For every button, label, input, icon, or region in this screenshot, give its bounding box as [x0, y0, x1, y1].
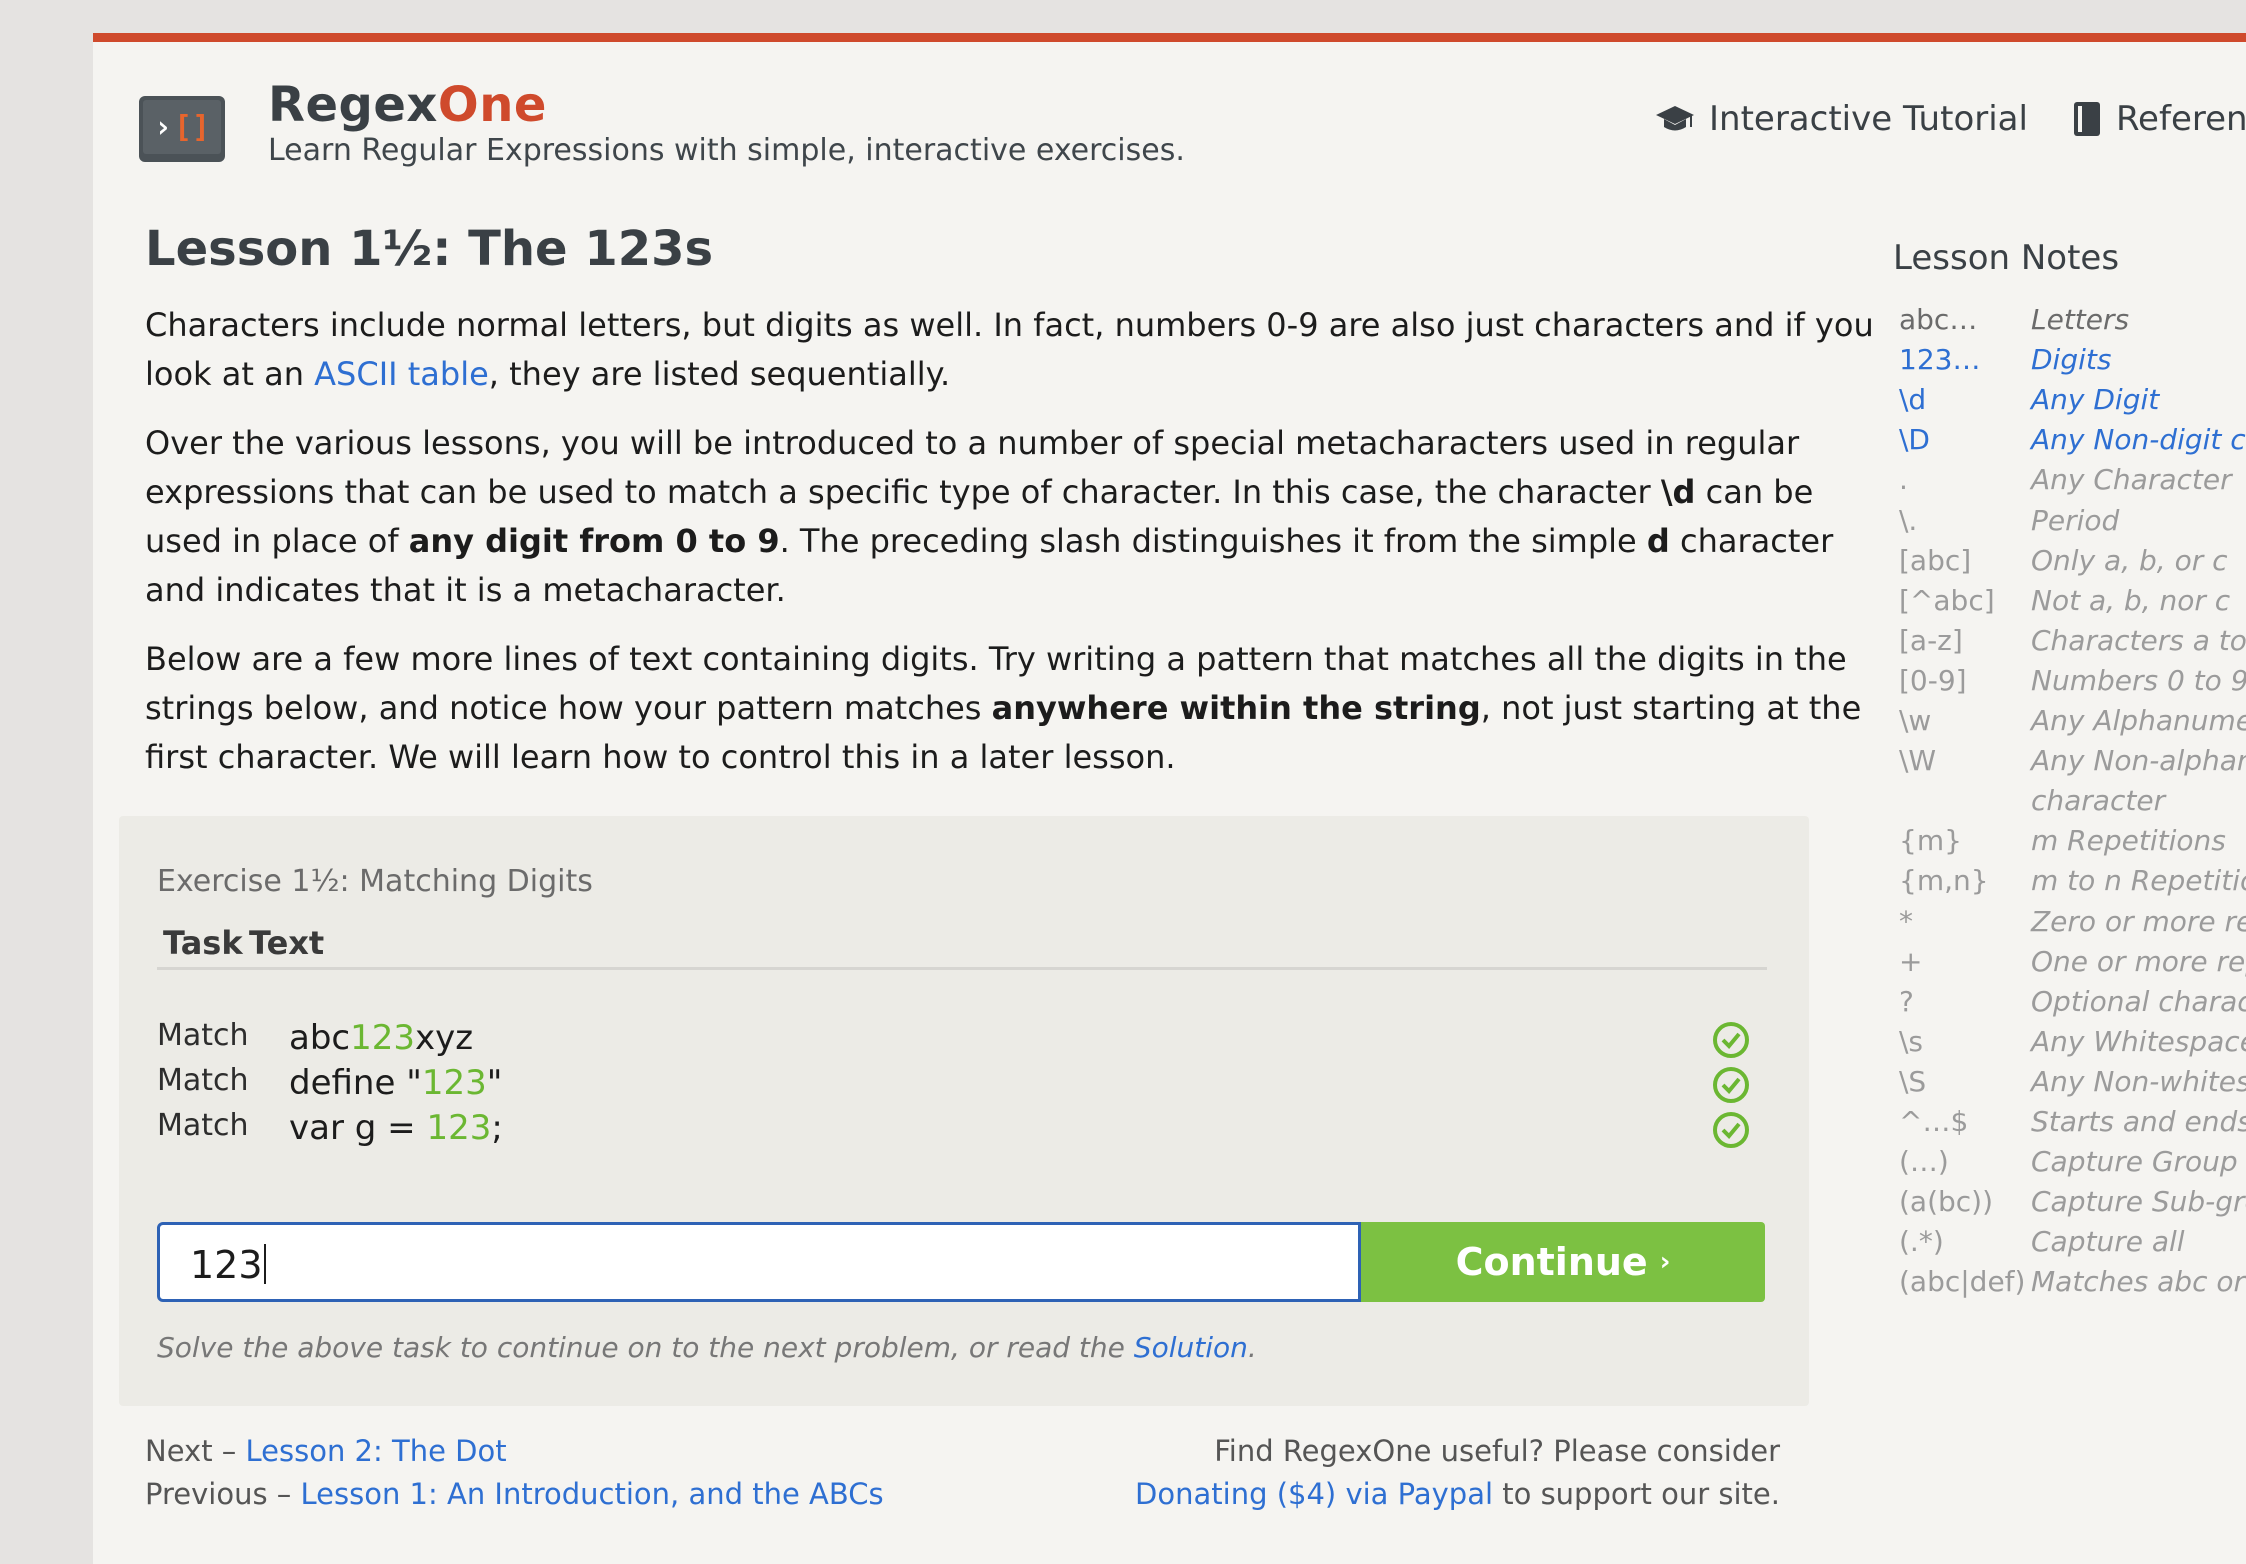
- note-pattern: (.*): [1899, 1225, 1944, 1259]
- note-description: Capture Group: [2031, 1145, 2238, 1179]
- note-pattern: {m,n}: [1899, 864, 1989, 898]
- lesson-content: Characters include normal letters, but d…: [145, 301, 1875, 802]
- exercise-title: Exercise 1½: Matching Digits: [157, 864, 593, 899]
- task-label: Match: [157, 1108, 249, 1143]
- lesson-paragraph: Characters include normal letters, but d…: [145, 306, 1874, 393]
- donate-line: Donating ($4) via Paypal to support our …: [1135, 1477, 1780, 1511]
- text-cursor: [263, 1244, 266, 1284]
- matched-text: 123: [421, 1063, 487, 1103]
- site-title[interactable]: RegexOne: [268, 77, 547, 133]
- note-pattern: [0-9]: [1899, 663, 1967, 697]
- nav-reference[interactable]: Referenc: [2072, 99, 2246, 139]
- note-description: Letters: [2031, 303, 2130, 336]
- note-pattern: +: [1899, 944, 1923, 978]
- nav-label: Interactive Tutorial: [1709, 99, 2028, 139]
- note-pattern: \D: [1899, 423, 1930, 457]
- note-pattern: \S: [1899, 1064, 1927, 1098]
- note-pattern: ^…$: [1899, 1105, 1969, 1138]
- lesson-title: Lesson 1½: The 123s: [145, 221, 714, 277]
- note-description: m to n Repetition: [2031, 864, 2246, 898]
- solution-link[interactable]: Solution: [1134, 1331, 1248, 1364]
- note-description: Any Alphanumeri: [2031, 704, 2246, 737]
- note-description: Starts and ends: [2031, 1105, 2246, 1138]
- exercise-hint: Solve the above task to continue on to t…: [157, 1331, 1257, 1364]
- task-text: define "123": [289, 1063, 503, 1103]
- lesson-paragraph: Below are a few more lines of text conta…: [145, 640, 1862, 776]
- note-pattern: [a-z]: [1899, 623, 1963, 657]
- note-description: Optional characte: [2031, 984, 2246, 1018]
- note-description: Only a, b, or c: [2031, 543, 2228, 577]
- note-description: Period: [2031, 503, 2120, 537]
- note-description: character: [2031, 784, 2166, 818]
- note-pattern: {m}: [1899, 824, 1962, 858]
- column-text-header: Text: [249, 924, 325, 962]
- exercise-panel: Exercise 1½: Matching Digits Task Text M…: [119, 816, 1809, 1406]
- note-description: Any Character: [2031, 463, 2232, 497]
- task-label: Match: [157, 1063, 249, 1098]
- note-pattern: 123…: [1899, 343, 1981, 377]
- task-text: var g = 123;: [289, 1108, 503, 1148]
- column-task-header: Task: [163, 924, 243, 962]
- note-pattern: (a(bc)): [1899, 1185, 1994, 1219]
- note-pattern: \s: [1899, 1024, 1924, 1058]
- nav-interactive-tutorial[interactable]: Interactive Tutorial: [1655, 99, 2028, 139]
- note-pattern: \W: [1899, 744, 1937, 778]
- ascii-table-link[interactable]: ASCII table: [314, 355, 489, 393]
- note-description: Not a, b, nor c: [2031, 583, 2231, 617]
- top-navigation: Interactive Tutorial Referenc: [1655, 99, 2246, 139]
- site-tagline: Learn Regular Expressions with simple, i…: [268, 133, 1185, 168]
- note-pattern: [^abc]: [1899, 583, 1995, 617]
- note-description: Any Non-digit cha: [2031, 423, 2246, 457]
- note-description: Any Non-alphanu: [2031, 744, 2246, 778]
- note-pattern: \w: [1899, 704, 1932, 737]
- matched-text: 123: [350, 1018, 416, 1058]
- page: ›[] RegexOne Learn Regular Expressions w…: [93, 33, 2246, 1564]
- note-pattern: ?: [1899, 984, 1914, 1018]
- note-description: Characters a to z: [2031, 623, 2246, 657]
- note-description: Any Digit: [2031, 383, 2160, 417]
- note-description: Any Whitespace: [2031, 1024, 2246, 1058]
- check-icon: [1713, 1022, 1749, 1058]
- note-description: One or more repe: [2031, 944, 2246, 978]
- nav-label: Referenc: [2115, 99, 2246, 139]
- note-description: Matches abc or d: [2031, 1265, 2246, 1299]
- note-pattern: (…): [1899, 1145, 1949, 1179]
- lesson-paragraph: Over the various lessons, you will be in…: [145, 424, 1834, 609]
- note-pattern: \.: [1899, 503, 1918, 537]
- check-icon: [1713, 1112, 1749, 1148]
- matched-text: 123: [426, 1108, 492, 1148]
- note-pattern: [abc]: [1899, 543, 1972, 577]
- donate-link[interactable]: Donating ($4) via Paypal: [1135, 1477, 1493, 1511]
- lesson-notes-title: Lesson Notes: [1893, 238, 2120, 278]
- note-description: Numbers 0 to 9: [2031, 663, 2246, 697]
- note-pattern: \d: [1899, 383, 1927, 417]
- regex-input[interactable]: 123: [157, 1222, 1361, 1302]
- note-description: Capture all: [2031, 1225, 2185, 1259]
- regexone-logo-icon[interactable]: ›[]: [139, 96, 225, 162]
- exercise-row: Match var g = 123;: [157, 1108, 1767, 1168]
- exercise-table-header: Task Text: [157, 924, 1767, 970]
- note-description: Capture Sub-grou: [2031, 1185, 2246, 1219]
- note-pattern: *: [1899, 904, 1913, 938]
- chevron-right-icon: ›: [1659, 1247, 1671, 1277]
- top-accent-bar: [93, 33, 2246, 42]
- task-text: abc123xyz: [289, 1018, 474, 1058]
- continue-button[interactable]: Continue ›: [1361, 1222, 1765, 1302]
- note-description: m Repetitions: [2031, 824, 2226, 858]
- note-description: Any Non-whitespa: [2031, 1064, 2246, 1098]
- book-icon: [2073, 102, 2100, 136]
- note-description: Digits: [2031, 343, 2112, 377]
- note-pattern: (abc|def): [1899, 1265, 2026, 1299]
- note-pattern: .: [1899, 463, 1908, 497]
- note-pattern: abc…: [1899, 303, 1978, 336]
- check-icon: [1713, 1067, 1749, 1103]
- task-label: Match: [157, 1018, 249, 1053]
- note-description: Zero or more rep: [2031, 904, 2246, 938]
- donate-text: Find RegexOne useful? Please consider: [1214, 1434, 1780, 1468]
- graduation-cap-icon: [1656, 106, 1694, 131]
